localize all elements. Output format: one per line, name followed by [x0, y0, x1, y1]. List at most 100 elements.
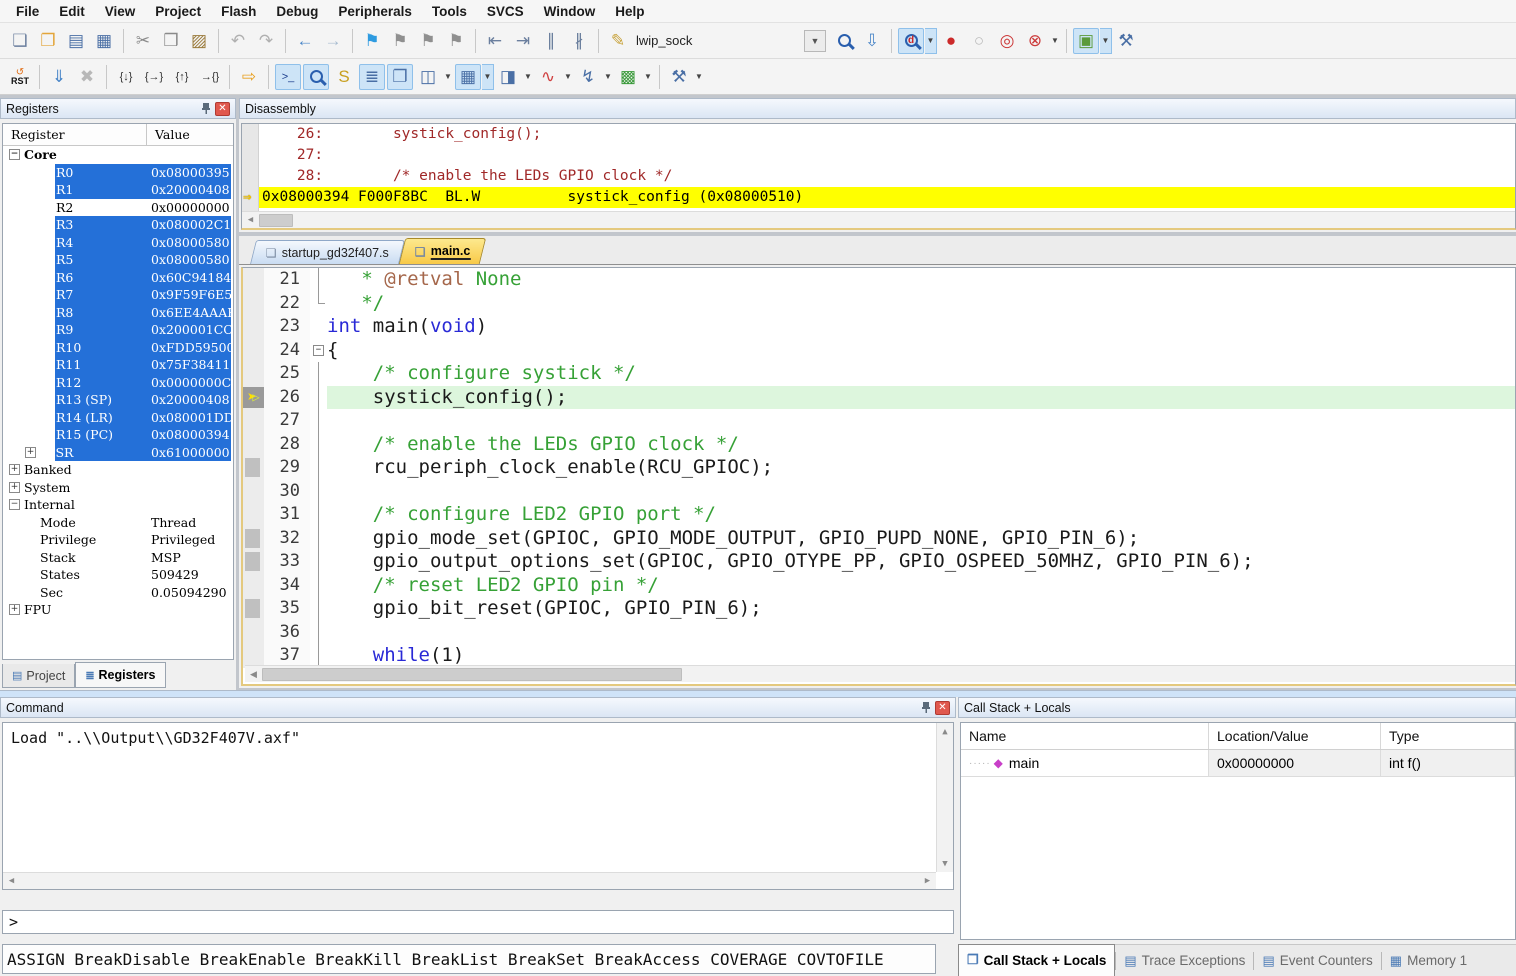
scroll-down-icon[interactable]: ▼	[937, 855, 954, 872]
chevron-down-icon[interactable]: ▼	[562, 64, 574, 90]
tree-expander-icon[interactable]: +	[25, 447, 36, 458]
code-line-22[interactable]: 22 */	[243, 292, 1515, 316]
fold-collapse-icon[interactable]: −	[313, 345, 324, 356]
pin-icon[interactable]	[201, 102, 211, 115]
bookmark-prev-button[interactable]: ⚑	[387, 28, 413, 54]
symbols-window-button[interactable]: S	[331, 64, 357, 90]
menu-project[interactable]: Project	[145, 1, 211, 22]
scroll-up-icon[interactable]: ▲	[937, 723, 954, 740]
register-row[interactable]: +FPU	[3, 601, 233, 619]
system-viewer-button[interactable]: ▩	[615, 64, 641, 90]
disable-all-breakpoints-button[interactable]: ◎	[994, 28, 1020, 54]
copy-button[interactable]: ❒	[158, 28, 184, 54]
indent-left-button[interactable]: ⇤	[482, 28, 508, 54]
disassembly-line[interactable]: 26: systick_config();	[242, 124, 1515, 145]
editor-margin[interactable]	[243, 574, 264, 598]
pin-icon[interactable]	[921, 701, 931, 714]
chevron-down-icon[interactable]: ▼	[925, 28, 937, 54]
disassembly-view[interactable]: 26: systick_config(); 27: 28: /* enable …	[241, 123, 1516, 230]
step-out-button[interactable]: {↑}	[169, 64, 195, 90]
callstack-row[interactable]: ·····◆main0x00000000int f()	[961, 750, 1515, 777]
step-into-button[interactable]: {↓}	[113, 64, 139, 90]
callstack-table[interactable]: Name Location/Value Type ·····◆main0x000…	[960, 722, 1516, 940]
register-row[interactable]: R70x9F59F6E5	[3, 286, 233, 304]
save-all-button[interactable]: ▦	[91, 28, 117, 54]
kill-all-breakpoints-button[interactable]: ⊗	[1022, 28, 1048, 54]
code-line-32[interactable]: 32 gpio_mode_set(GPIOC, GPIO_MODE_OUTPUT…	[243, 527, 1515, 551]
save-button[interactable]: ▤	[63, 28, 89, 54]
code-line-21[interactable]: 21 * @retval None	[243, 268, 1515, 292]
uncomment-button[interactable]: ∦	[566, 28, 592, 54]
menu-flash[interactable]: Flash	[211, 1, 266, 22]
register-row[interactable]: States509429	[3, 566, 233, 584]
tree-expander-icon[interactable]: −	[9, 499, 20, 510]
menu-window[interactable]: Window	[534, 1, 606, 22]
registers-window-button[interactable]: ≣	[359, 64, 385, 90]
code-line-26[interactable]: ➤▷26 systick_config();	[243, 386, 1515, 410]
comment-button[interactable]: ∥	[538, 28, 564, 54]
scrollbar-thumb[interactable]	[259, 214, 293, 227]
tab-memory-1[interactable]: ▦Memory 1	[1382, 948, 1475, 974]
editor-margin[interactable]	[243, 527, 264, 551]
window-layout-button[interactable]: ▣	[1073, 28, 1099, 54]
code-line-24[interactable]: 24−{	[243, 339, 1515, 363]
code-line-29[interactable]: 29 rcu_periph_clock_enable(RCU_GPIOC);	[243, 456, 1515, 480]
code-line-36[interactable]: 36	[243, 621, 1515, 645]
command-hscrollbar[interactable]: ◀ ▶	[3, 872, 936, 889]
tree-expander-icon[interactable]: +	[9, 464, 20, 475]
menu-file[interactable]: File	[6, 1, 49, 22]
chevron-down-icon[interactable]: ▼	[602, 64, 614, 90]
register-row[interactable]: PrivilegePrivileged	[3, 531, 233, 549]
code-line-33[interactable]: 33 gpio_output_options_set(GPIOC, GPIO_O…	[243, 550, 1515, 574]
find-in-files-button[interactable]	[831, 28, 857, 54]
chevron-down-icon[interactable]: ▼	[1049, 28, 1061, 54]
insert-breakpoint-button[interactable]: ●	[938, 28, 964, 54]
bookmark-next-button[interactable]: ⚑	[415, 28, 441, 54]
register-row[interactable]: R40x08000580	[3, 234, 233, 252]
target-select-combo[interactable]: lwip_sock▼	[636, 29, 826, 53]
editor-margin[interactable]	[243, 456, 264, 480]
register-row[interactable]: R20x00000000	[3, 199, 233, 217]
configure-tools-button[interactable]: ⚒	[1113, 28, 1139, 54]
register-row[interactable]: +System	[3, 479, 233, 497]
editor-margin[interactable]: ➤▷	[243, 386, 264, 410]
watch-window-button[interactable]: ◫	[415, 64, 441, 90]
show-next-statement-button[interactable]: ⇨	[236, 64, 262, 90]
editor-margin[interactable]	[243, 292, 264, 316]
find-button[interactable]: ⇩	[859, 28, 885, 54]
register-row[interactable]: R30x080002C1	[3, 216, 233, 234]
editor-margin[interactable]	[243, 597, 264, 621]
edit-target-options-button[interactable]: ✎	[605, 28, 631, 54]
registers-tree[interactable]: Register Value −CoreR00x08000395R10x2000…	[2, 123, 234, 660]
close-icon[interactable]: ✕	[215, 102, 230, 116]
menu-peripherals[interactable]: Peripherals	[328, 1, 422, 22]
code-line-23[interactable]: 23int main(void)	[243, 315, 1515, 339]
run-to-cursor-button[interactable]: →{}	[197, 64, 223, 90]
editor-margin[interactable]	[243, 409, 264, 433]
code-line-30[interactable]: 30	[243, 480, 1515, 504]
step-over-button[interactable]: {→}	[141, 64, 167, 90]
tree-expander-icon[interactable]: +	[9, 604, 20, 615]
disassembly-window-button[interactable]	[303, 64, 329, 90]
tree-expander-icon[interactable]: −	[9, 149, 20, 160]
code-line-27[interactable]: 27	[243, 409, 1515, 433]
editor-margin[interactable]	[243, 644, 264, 668]
callstack-window-button[interactable]: ❐	[387, 64, 413, 90]
editor-margin[interactable]	[243, 503, 264, 527]
menu-edit[interactable]: Edit	[49, 1, 95, 22]
scrollbar-thumb[interactable]	[262, 668, 682, 681]
register-row[interactable]: StackMSP	[3, 549, 233, 567]
memory-window-button[interactable]: ▦	[455, 64, 481, 90]
scroll-left-icon[interactable]: ◀	[3, 873, 20, 890]
cut-button[interactable]: ✂	[130, 28, 156, 54]
editor-margin[interactable]	[243, 268, 264, 292]
tree-expander-icon[interactable]: +	[9, 482, 20, 493]
register-row[interactable]: R10x20000408	[3, 181, 233, 199]
editor-margin[interactable]	[243, 621, 264, 645]
editor-hscrollbar[interactable]: ◀	[245, 665, 1515, 682]
bookmark-toggle-button[interactable]: ⚑	[359, 28, 385, 54]
tab-event-counters[interactable]: ▤Event Counters	[1254, 948, 1380, 974]
command-vscrollbar[interactable]: ▲ ▼	[936, 723, 953, 872]
register-row[interactable]: R15 (PC)0x08000394	[3, 426, 233, 444]
chevron-down-icon[interactable]: ▼	[804, 30, 826, 52]
